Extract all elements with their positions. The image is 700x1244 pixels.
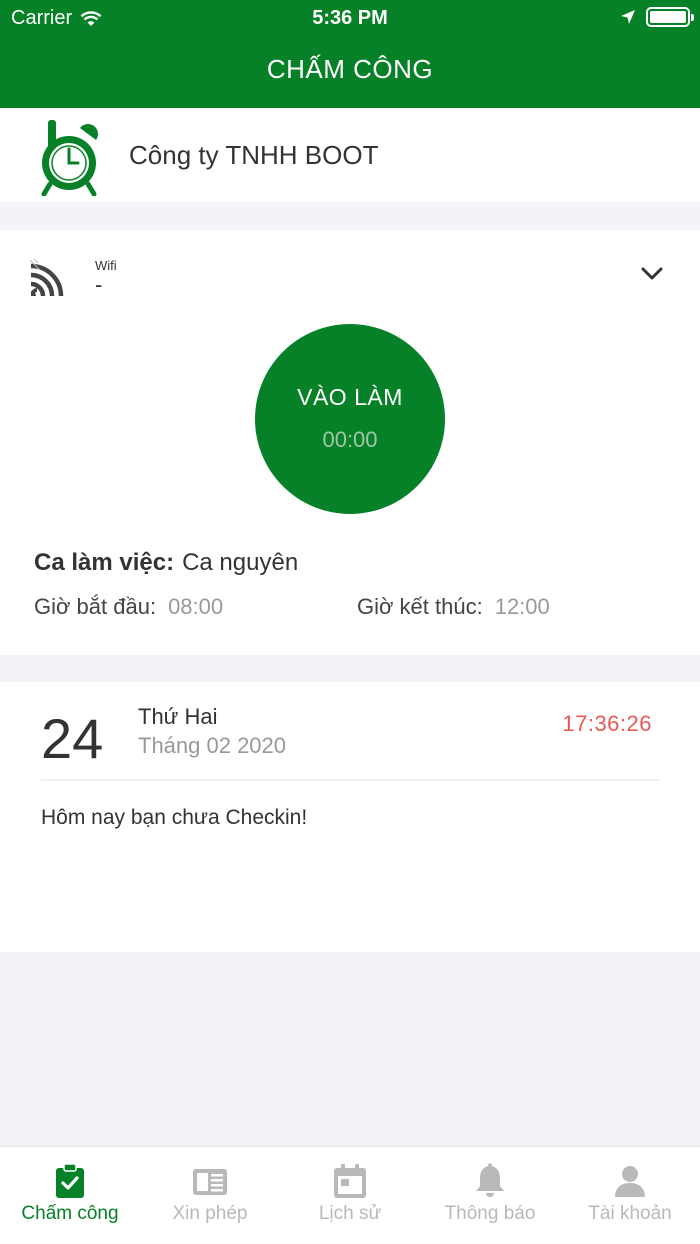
tab-label: Thông báo: [444, 1203, 536, 1224]
shift-info: Ca làm việc: Ca nguyên: [34, 549, 298, 577]
clock: 5:36 PM: [312, 7, 388, 29]
status-right: [620, 7, 694, 27]
checkin-label: VÀO LÀM: [297, 384, 403, 410]
app-header: Carrier 5:36 PM CHẤM CÔNG: [0, 0, 700, 108]
live-clock: 17:36:26: [562, 711, 652, 736]
shift-end: Giờ kết thúc: 12:00: [357, 594, 550, 620]
user-icon: [615, 1166, 645, 1197]
shift-start: Giờ bắt đầu: 08:00: [34, 594, 223, 620]
tab-label: Chấm công: [21, 1203, 119, 1224]
connection-value: -: [95, 272, 103, 297]
tab-thong-bao[interactable]: Thông báo: [420, 1147, 560, 1244]
day-weekday: Thứ Hai: [138, 704, 218, 729]
tab-lich-su[interactable]: Lịch sử: [280, 1147, 420, 1244]
shift-name: Ca nguyên: [182, 549, 299, 576]
newspaper-icon: [193, 1169, 227, 1195]
shift-end-time: 12:00: [494, 594, 550, 619]
chevron-down-icon[interactable]: [640, 266, 664, 282]
page-title: CHẤM CÔNG: [266, 54, 434, 84]
shift-times: Giờ bắt đầu: 08:00 Giờ kết thúc: 12:00: [34, 594, 674, 624]
alarm-clock-logo-icon: [41, 120, 98, 196]
battery-icon: [646, 7, 694, 27]
checkin-card: Wifi - VÀO LÀM 00:00 Ca làm việc: Ca nguy…: [0, 230, 700, 655]
shift-end-label: Giờ kết thúc:: [357, 594, 483, 619]
day-card: 24 Thứ Hai Tháng 02 2020 17:36:26 Hôm na…: [0, 682, 700, 952]
tab-label: Lịch sử: [318, 1203, 382, 1224]
calendar-icon: [334, 1164, 366, 1198]
day-month: Tháng 02 2020: [138, 733, 287, 758]
location-arrow-icon: [621, 10, 635, 24]
tab-xin-phep[interactable]: Xin phép: [140, 1147, 280, 1244]
shift-start-time: 08:00: [168, 594, 224, 619]
checkin-status-message: Hôm nay bạn chưa Checkin!: [41, 806, 308, 829]
tab-label: Xin phép: [172, 1203, 248, 1224]
tab-cham-cong[interactable]: Chấm công: [0, 1147, 140, 1244]
wifi-icon: [29, 258, 64, 297]
checkin-button[interactable]: VÀO LÀM 00:00: [255, 324, 445, 514]
bell-icon: [476, 1163, 504, 1197]
company-name: Công ty TNHH BOOT: [129, 140, 379, 170]
tab-label: Tài khoản: [588, 1203, 672, 1224]
connection-label: Wifi: [95, 258, 117, 273]
clipboard-check-icon: [56, 1163, 84, 1198]
shift-start-label: Giờ bắt đầu:: [34, 594, 157, 619]
status-bar: Carrier 5:36 PM: [0, 0, 700, 36]
day-number: 24: [41, 707, 104, 770]
shift-label: Ca làm việc:: [34, 549, 175, 576]
tab-tai-khoan[interactable]: Tài khoản: [560, 1147, 700, 1244]
company-bar: Công ty TNHH BOOT: [0, 108, 700, 202]
tab-bar: Chấm công Xin phép Lịch sử Thông báo Tài…: [0, 1146, 700, 1244]
divider: [41, 779, 659, 781]
checkin-timer: 00:00: [322, 427, 378, 452]
